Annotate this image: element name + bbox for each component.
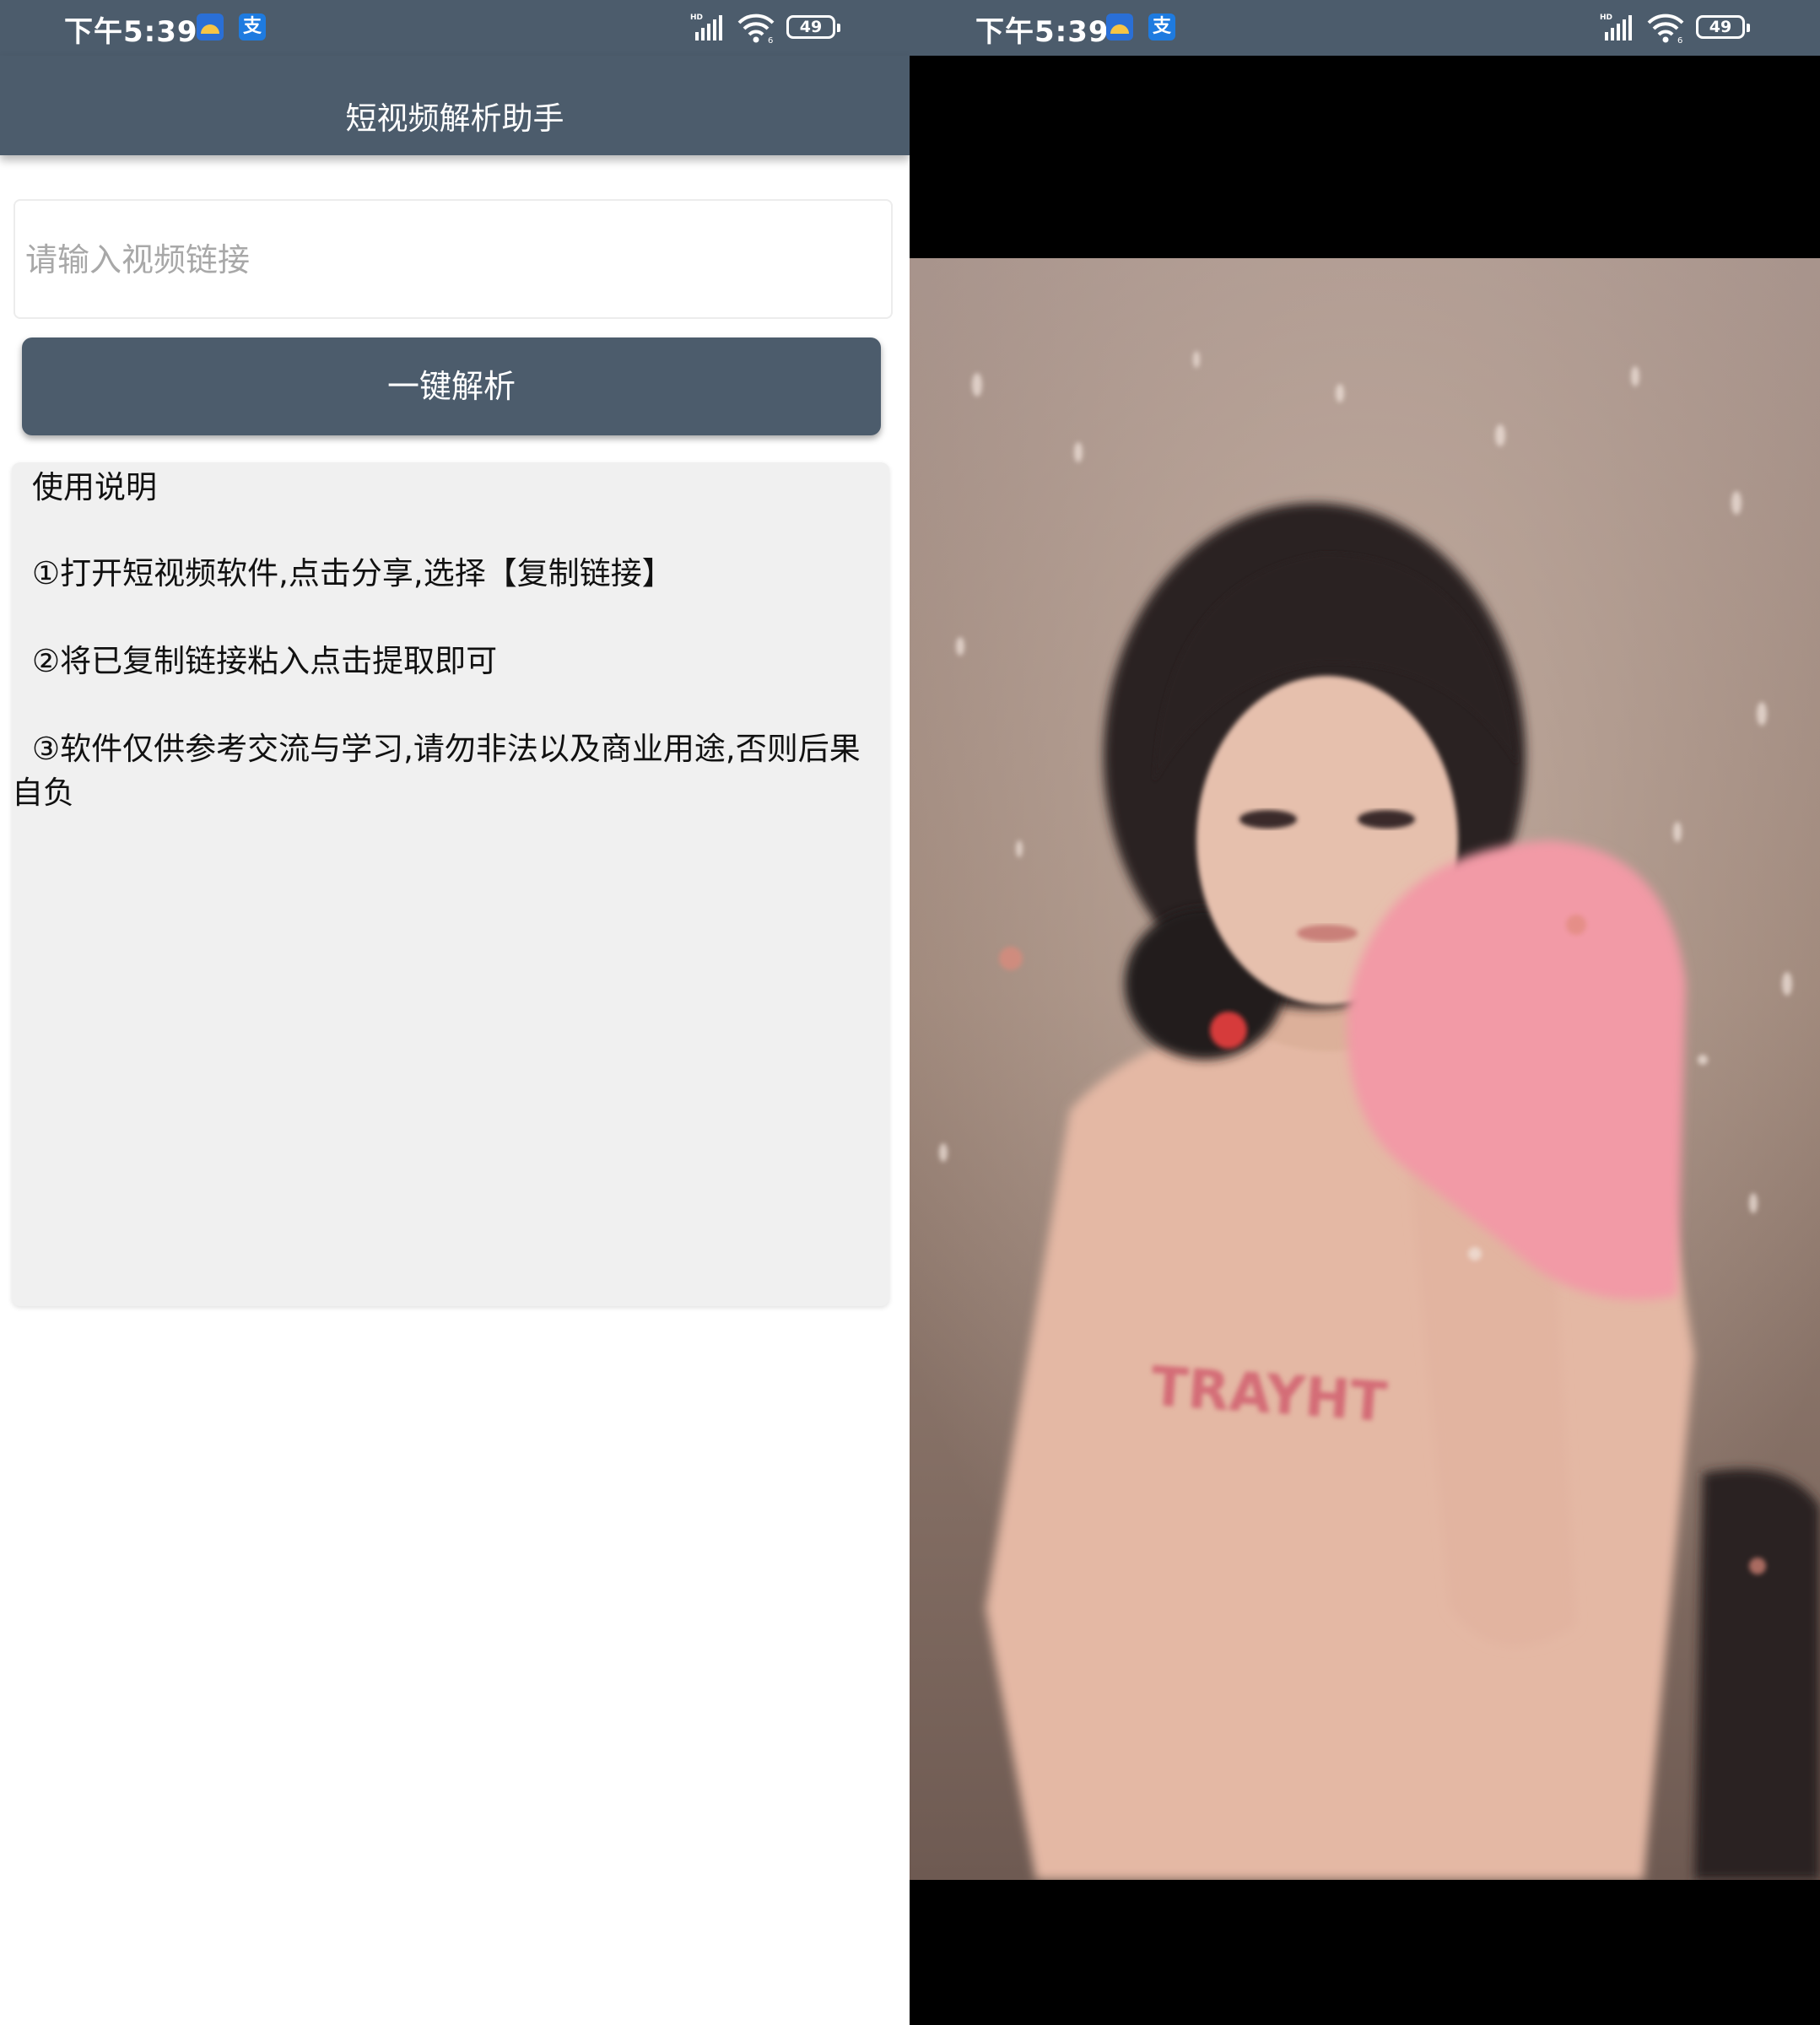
- status-time: 下午5:39: [64, 15, 198, 49]
- alipay-app-icon: 支: [239, 14, 266, 40]
- alipay-app-icon: 支: [1148, 14, 1175, 40]
- video-link-field[interactable]: [14, 199, 893, 319]
- weather-app-icon: [197, 14, 224, 40]
- parser-screen: 下午5:39 支 HD 6 49 短视频解析助手 一键解析 使用说明 ①打开短视…: [0, 0, 910, 2025]
- instruction-step: ②将已复制链接粘入点击提取即可: [32, 643, 498, 679]
- svg-text:6: 6: [1677, 36, 1682, 44]
- parse-button[interactable]: 一键解析: [22, 338, 881, 435]
- instructions-panel: 使用说明 ①打开短视频软件,点击分享,选择【复制链接】 ②将已复制链接粘入点击提…: [12, 462, 889, 1306]
- battery-icon: 49: [1696, 15, 1750, 39]
- video-frame: TRAYHT: [910, 258, 1820, 1880]
- status-time: 下午5:39: [975, 15, 1110, 49]
- status-bar: 下午5:39 支 HD 6 49: [910, 0, 1820, 56]
- video-player-screen: 下午5:39 支 HD 6 49 TRAYHT: [910, 0, 1820, 2025]
- svg-text:HD: HD: [1600, 14, 1612, 22]
- video-link-input[interactable]: [24, 201, 879, 319]
- wifi-icon: 6: [737, 14, 775, 44]
- status-bar: 下午5:39 支 HD 6 49: [0, 0, 910, 56]
- video-player[interactable]: TRAYHT: [910, 258, 1820, 1880]
- app-bar: 短视频解析助手: [0, 56, 910, 155]
- svg-text:6: 6: [768, 36, 773, 44]
- hd-signal-icon: HD: [690, 14, 722, 40]
- instruction-step: ①打开短视频软件,点击分享,选择【复制链接】: [32, 555, 673, 591]
- battery-icon: 49: [786, 15, 840, 39]
- svg-text:HD: HD: [690, 14, 703, 22]
- page-title: 短视频解析助手: [345, 100, 564, 137]
- wifi-icon: 6: [1647, 14, 1684, 44]
- instruction-step: ③软件仅供参考交流与学习,请勿非法以及商业用途,否则后果自负: [12, 731, 861, 811]
- instructions-title: 使用说明: [32, 469, 157, 505]
- weather-app-icon: [1106, 14, 1133, 40]
- hd-signal-icon: HD: [1600, 14, 1632, 40]
